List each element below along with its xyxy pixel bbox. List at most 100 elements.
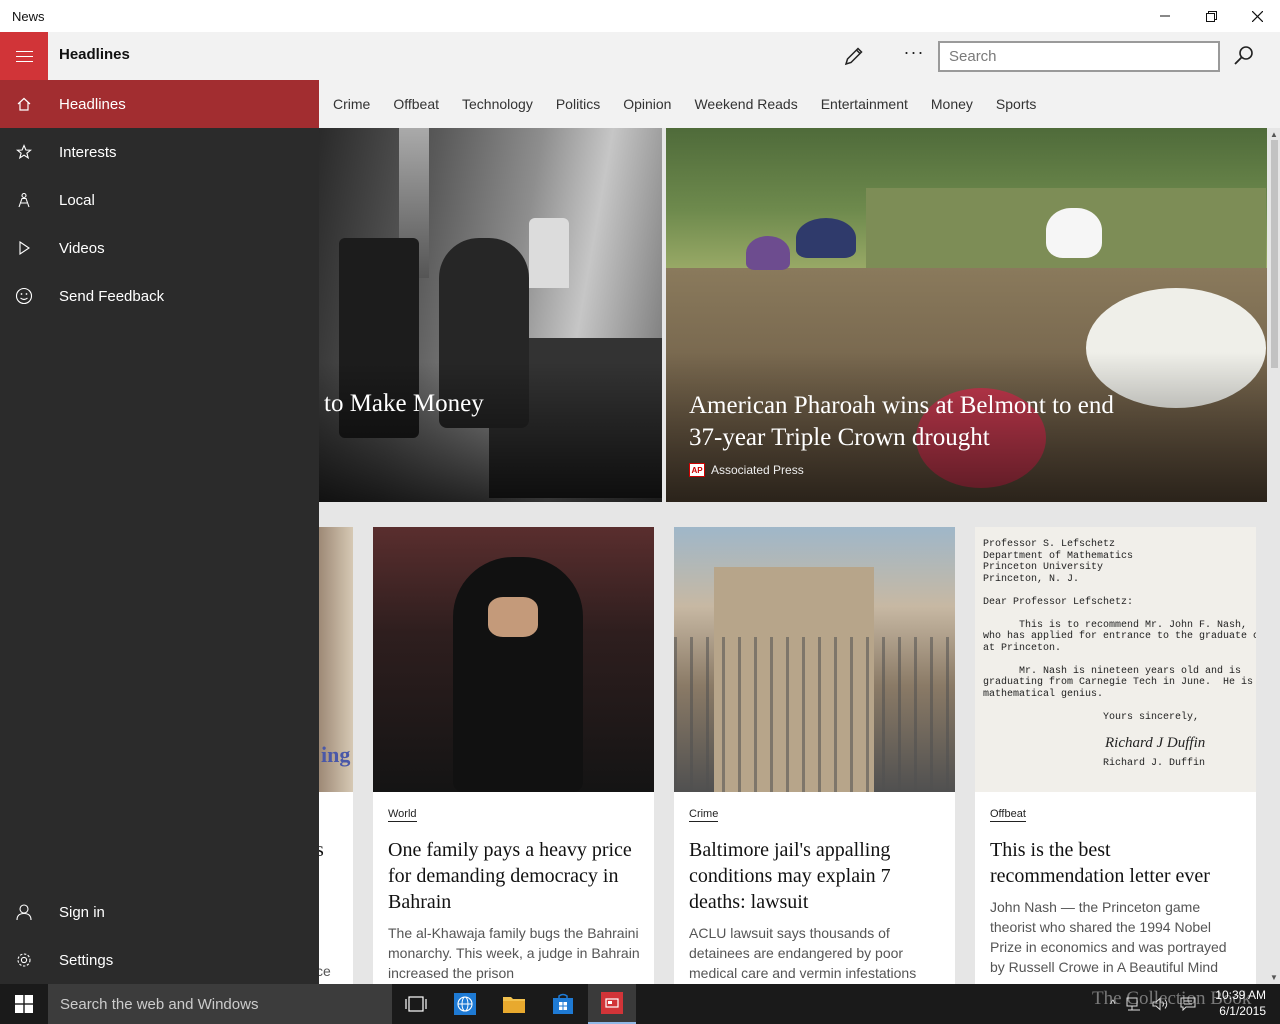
news-card[interactable]: ing F s ce bbox=[319, 527, 353, 984]
person-icon bbox=[0, 903, 48, 921]
search-box[interactable] bbox=[938, 41, 1220, 72]
title-bar: News bbox=[0, 0, 1280, 32]
sidebar-item-sign-in[interactable]: Sign in bbox=[0, 888, 319, 936]
sidebar-item-videos[interactable]: Videos bbox=[0, 224, 319, 272]
gear-icon bbox=[0, 951, 48, 969]
search-input[interactable] bbox=[940, 43, 1218, 70]
taskbar-file-explorer-button[interactable] bbox=[490, 984, 538, 1024]
clock[interactable]: 10:39 AM 6/1/2015 bbox=[1215, 987, 1266, 1019]
tab-offbeat[interactable]: Offbeat bbox=[393, 96, 439, 112]
sidebar-item-label: Sign in bbox=[59, 903, 105, 921]
news-app-icon bbox=[601, 992, 623, 1014]
windows-logo-icon bbox=[15, 995, 33, 1013]
sidebar-item-label: Settings bbox=[59, 951, 114, 969]
home-icon bbox=[0, 96, 48, 112]
news-card[interactable]: World One family pays a heavy price for … bbox=[373, 527, 654, 984]
sidebar-item-label: Local bbox=[59, 191, 95, 209]
hero-headline: to Make Money bbox=[324, 390, 484, 417]
nav-pane: Headlines Interests Local Videos Send Fe… bbox=[0, 80, 319, 984]
edit-button[interactable] bbox=[842, 44, 866, 68]
store-icon bbox=[553, 993, 573, 1014]
taskbar-store-button[interactable] bbox=[539, 984, 587, 1024]
clock-time: 10:39 AM bbox=[1215, 988, 1266, 1002]
sidebar-item-label: Headlines bbox=[59, 95, 126, 113]
sidebar-item-send-feedback[interactable]: Send Feedback bbox=[0, 272, 319, 320]
tab-crime[interactable]: Crime bbox=[333, 96, 370, 112]
scroll-down-icon[interactable]: ▼ bbox=[1270, 973, 1278, 982]
tab-weekend-reads[interactable]: Weekend Reads bbox=[694, 96, 797, 112]
scroll-thumb[interactable] bbox=[1271, 140, 1278, 368]
sidebar-item-interests[interactable]: Interests bbox=[0, 128, 319, 176]
globe-icon bbox=[454, 993, 476, 1015]
network-icon[interactable] bbox=[1126, 997, 1142, 1011]
chevron-up-icon[interactable]: ^ bbox=[1110, 997, 1116, 1011]
search-button[interactable] bbox=[1232, 44, 1256, 68]
volume-icon[interactable] bbox=[1152, 997, 1170, 1011]
window-title: News bbox=[12, 8, 45, 24]
task-view-icon bbox=[405, 996, 427, 1012]
card-image bbox=[373, 527, 654, 792]
hero-headline: American Pharoah wins at Belmont to end … bbox=[689, 392, 1114, 451]
restore-button[interactable] bbox=[1188, 0, 1234, 32]
news-card[interactable]: Professor S. Lefschetz Department of Mat… bbox=[975, 527, 1256, 984]
hamburger-icon bbox=[15, 50, 33, 52]
minimize-button[interactable] bbox=[1142, 0, 1188, 32]
system-tray: ^ bbox=[1110, 984, 1196, 1024]
tab-entertainment[interactable]: Entertainment bbox=[821, 96, 908, 112]
story-source: AP Associated Press bbox=[689, 463, 804, 477]
app-header: Headlines ··· bbox=[0, 32, 1280, 80]
sidebar-item-local[interactable]: Local bbox=[0, 176, 319, 224]
window-controls bbox=[1142, 0, 1280, 32]
category-tabs: Crime Offbeat Technology Politics Opinio… bbox=[319, 80, 1280, 128]
sidebar-footer: Sign in Settings bbox=[0, 888, 319, 984]
taskbar-search-box[interactable]: Search the web and Windows bbox=[48, 984, 392, 1024]
sidebar-item-label: Send Feedback bbox=[59, 287, 165, 305]
tab-sports[interactable]: Sports bbox=[996, 96, 1036, 112]
clock-date: 6/1/2015 bbox=[1219, 1004, 1266, 1018]
tab-opinion[interactable]: Opinion bbox=[623, 96, 671, 112]
minimize-icon bbox=[1160, 15, 1170, 17]
scroll-up-icon[interactable]: ▲ bbox=[1270, 130, 1278, 139]
card-image bbox=[674, 527, 955, 792]
hamburger-menu-button[interactable] bbox=[0, 32, 48, 80]
hero-story-politics[interactable]: to Make Money bbox=[319, 128, 662, 502]
tab-technology[interactable]: Technology bbox=[462, 96, 533, 112]
action-center-icon[interactable] bbox=[1180, 997, 1196, 1011]
page-title: Headlines bbox=[59, 46, 130, 63]
card-category[interactable]: World bbox=[388, 808, 417, 822]
ap-logo-icon: AP bbox=[689, 463, 705, 477]
start-button[interactable] bbox=[0, 984, 48, 1024]
card-title: Baltimore jail's appalling conditions ma… bbox=[689, 839, 891, 913]
taskbar-browser-button[interactable] bbox=[441, 984, 489, 1024]
news-card[interactable]: Crime Baltimore jail's appalling conditi… bbox=[674, 527, 955, 984]
pencil-icon bbox=[844, 47, 863, 66]
sidebar-item-settings[interactable]: Settings bbox=[0, 936, 319, 984]
smiley-icon bbox=[0, 287, 48, 305]
play-icon bbox=[0, 240, 48, 256]
card-description: ACLU lawsuit says thousands of detainees… bbox=[689, 925, 917, 981]
hero-story-belmont[interactable]: American Pharoah wins at Belmont to end … bbox=[666, 128, 1267, 502]
folder-icon bbox=[503, 997, 525, 1013]
close-icon bbox=[1251, 10, 1263, 22]
news-content: to Make Money American Pharoah wins at B… bbox=[319, 128, 1267, 984]
close-button[interactable] bbox=[1234, 0, 1280, 32]
task-view-button[interactable] bbox=[392, 984, 440, 1024]
more-options-button[interactable]: ··· bbox=[900, 42, 928, 70]
taskbar-news-button[interactable] bbox=[588, 984, 636, 1024]
star-icon bbox=[0, 144, 48, 160]
tab-money[interactable]: Money bbox=[931, 96, 973, 112]
card-title: This is the best recommendation letter e… bbox=[990, 839, 1210, 887]
restore-icon bbox=[1205, 10, 1217, 22]
card-category[interactable]: Offbeat bbox=[990, 808, 1026, 822]
card-description: The al-Khawaja family bugs the Bahraini … bbox=[388, 925, 640, 981]
signature: Richard J Duffin bbox=[1105, 735, 1206, 751]
local-icon bbox=[0, 192, 48, 208]
vertical-scrollbar[interactable]: ▲ ▼ bbox=[1268, 128, 1280, 984]
sidebar-item-headlines[interactable]: Headlines bbox=[0, 80, 319, 128]
card-category[interactable]: Crime bbox=[689, 808, 719, 822]
card-image: Professor S. Lefschetz Department of Mat… bbox=[975, 527, 1256, 792]
tab-politics[interactable]: Politics bbox=[556, 96, 600, 112]
card-description: ce bbox=[319, 963, 331, 979]
taskbar: Search the web and Windows The Collectio… bbox=[0, 984, 1280, 1024]
sidebar-item-label: Videos bbox=[59, 239, 105, 257]
